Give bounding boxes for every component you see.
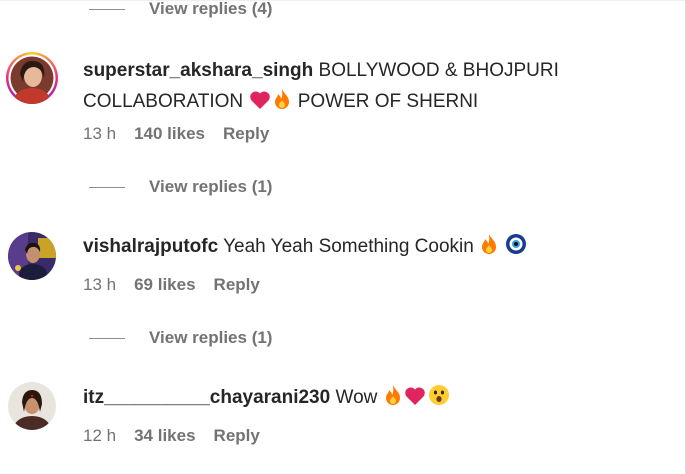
avatar-image — [8, 54, 56, 104]
view-replies-label: View replies (1) — [149, 328, 273, 347]
fire-icon — [273, 88, 291, 120]
comments-panel: View replies (4) superstar_akshara_singh… — [0, 0, 686, 474]
fire-icon — [480, 233, 498, 265]
username-link[interactable]: itz__________chayarani230 — [83, 387, 330, 408]
comment-body: Yeah Yeah Something Cookin — [223, 236, 474, 257]
comment-text: superstar_akshara_singh BOLLYWOOD & BHOJ… — [83, 55, 603, 120]
view-replies-button[interactable]: View replies (1) — [89, 328, 272, 348]
view-replies-button[interactable]: View replies (4) — [89, 0, 272, 19]
avatar-image — [8, 382, 56, 430]
avatar[interactable] — [8, 232, 56, 280]
username-link[interactable]: vishalrajputofc — [83, 236, 218, 257]
reply-button[interactable]: Reply — [214, 275, 260, 295]
nazar-amulet-icon — [505, 233, 527, 265]
comment-body-line2: COLLABORATION — [83, 91, 244, 112]
username-link[interactable]: superstar_akshara_singh — [83, 60, 313, 81]
comment-body-line2b: POWER OF SHERNI — [297, 91, 479, 112]
comment-meta: 13 h 69 likes Reply — [83, 275, 260, 295]
red-heart-icon — [404, 385, 426, 416]
red-heart-icon — [249, 89, 271, 120]
comment-meta: 12 h 34 likes Reply — [83, 426, 260, 446]
view-replies-label: View replies (1) — [149, 177, 273, 196]
replies-dash — [89, 337, 125, 339]
reply-button[interactable]: Reply — [214, 426, 260, 446]
comment-time: 13 h — [83, 124, 117, 143]
replies-dash — [89, 186, 125, 188]
avatar[interactable] — [8, 382, 56, 430]
comment-meta: 13 h 140 likes Reply — [83, 124, 269, 144]
comment-body: Wow — [335, 387, 378, 408]
comment-text: itz__________chayarani230 Wow — [83, 382, 603, 416]
likes-count[interactable]: 69 likes — [134, 275, 195, 295]
comment-time: 13 h — [83, 275, 117, 294]
replies-dash — [89, 8, 125, 10]
view-replies-label: View replies (4) — [149, 0, 273, 18]
astonished-face-icon — [428, 384, 450, 416]
likes-count[interactable]: 34 likes — [134, 426, 195, 446]
avatar[interactable] — [6, 52, 58, 104]
avatar-image — [8, 232, 56, 280]
comment-body-line1: BOLLYWOOD & BHOJPURI — [318, 60, 559, 81]
fire-icon — [384, 384, 402, 416]
reply-button[interactable]: Reply — [223, 124, 269, 144]
likes-count[interactable]: 140 likes — [134, 124, 205, 144]
comment-text: vishalrajputofc Yeah Yeah Something Cook… — [83, 231, 603, 265]
view-replies-button[interactable]: View replies (1) — [89, 177, 272, 197]
comment-time: 12 h — [83, 426, 117, 445]
